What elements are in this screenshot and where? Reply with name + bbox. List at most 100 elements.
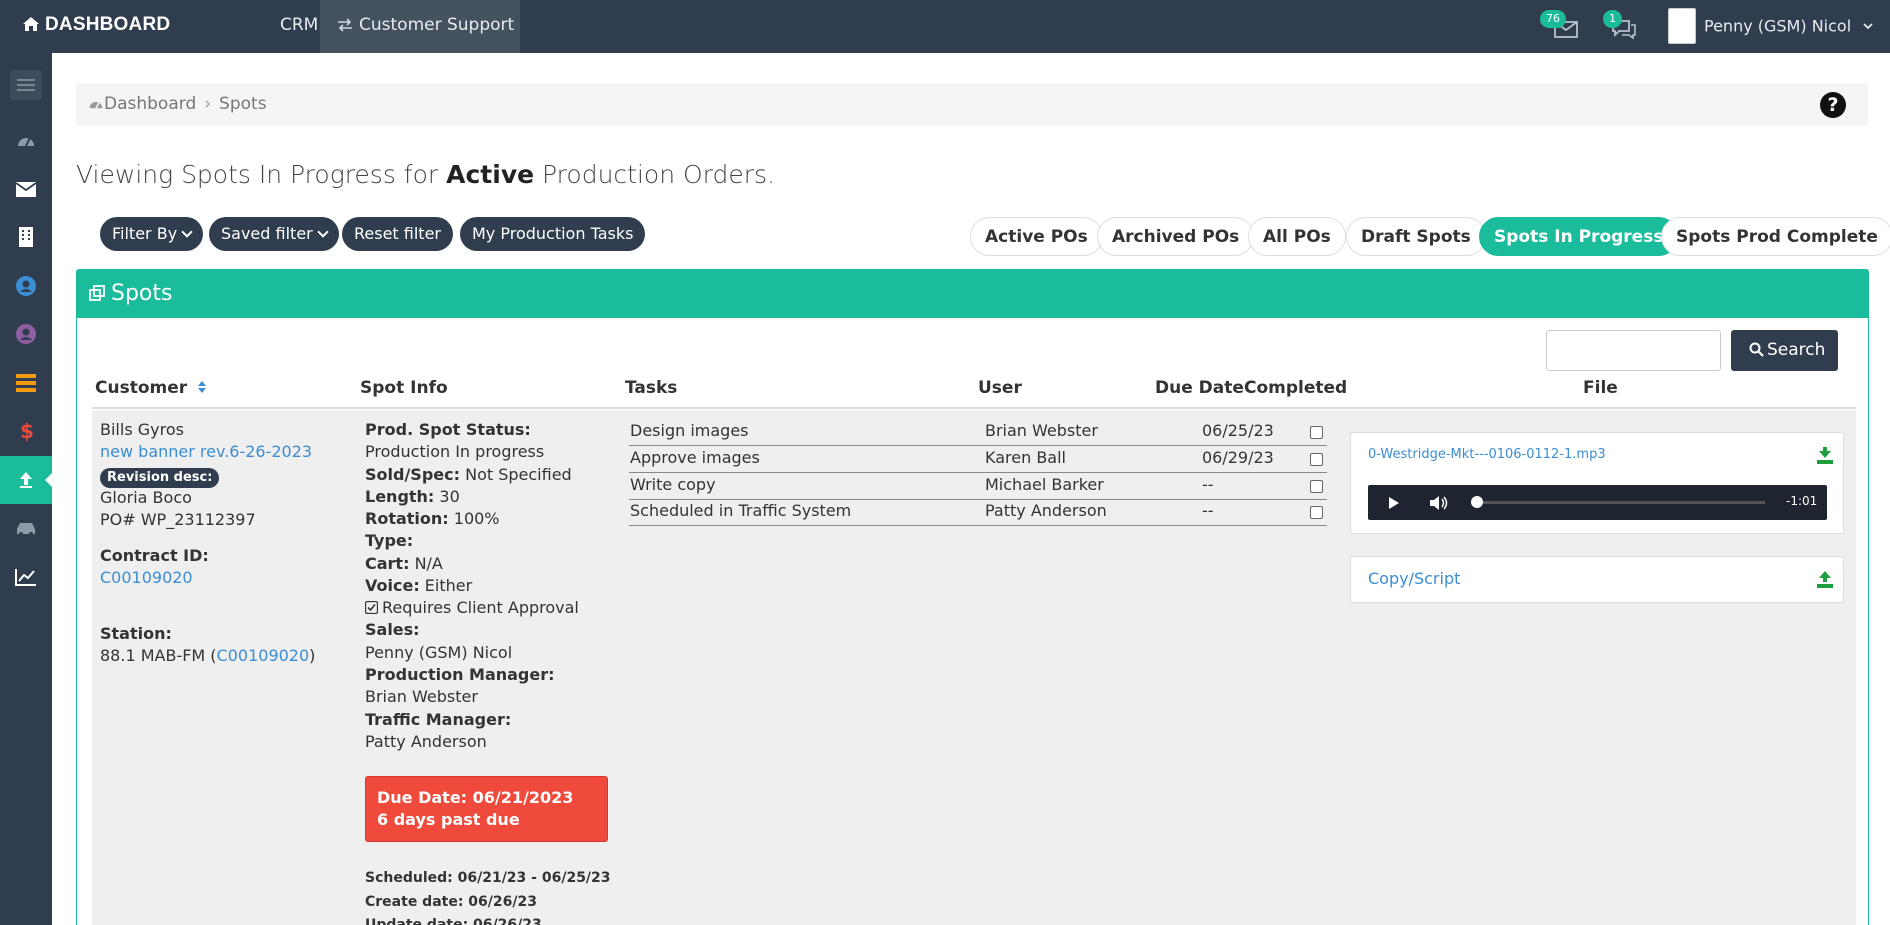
length: Length: 30 xyxy=(365,486,460,508)
dashboard-icon xyxy=(89,101,103,109)
column-header-tasks: Tasks xyxy=(625,378,678,398)
revision-badge: Revision desc: xyxy=(100,468,220,488)
sidebar-item-messages[interactable] xyxy=(0,165,52,213)
task-completed-checkbox[interactable] xyxy=(1310,426,1323,439)
task-completed-checkbox[interactable] xyxy=(1310,453,1323,466)
help-icon[interactable]: ? xyxy=(1820,92,1846,118)
car-icon xyxy=(17,523,35,536)
page-title: Viewing Spots In Progress for Active Pro… xyxy=(76,160,775,189)
rotation-label: Rotation: xyxy=(365,509,449,528)
task-due: -- xyxy=(1202,475,1214,494)
nav-crm[interactable]: CRM xyxy=(280,15,318,35)
upload-icon xyxy=(20,472,32,488)
svg-text:$: $ xyxy=(20,420,33,442)
column-header-customer[interactable]: Customer xyxy=(95,378,207,398)
create-date: Create date: 06/26/23 xyxy=(365,894,537,910)
mail-count-badge: 76 xyxy=(1540,10,1566,28)
column-header-due-date: Due Date xyxy=(1155,378,1244,398)
sidebar-toggle[interactable] xyxy=(0,61,52,109)
brand-link[interactable]: DASHBOARD xyxy=(22,14,170,36)
audio-progress-track[interactable] xyxy=(1477,501,1765,504)
length-label: Length: xyxy=(365,487,435,506)
building-icon xyxy=(19,227,33,247)
column-header-user: User xyxy=(978,378,1022,398)
sidebar-item-production[interactable] xyxy=(0,456,52,504)
sidebar-item-billing[interactable]: $ xyxy=(0,407,52,455)
banner-link[interactable]: new banner rev.6-26-2023 xyxy=(100,441,312,463)
station-close-paren: ) xyxy=(309,646,316,665)
length-value: 30 xyxy=(434,487,460,506)
cart-label: Cart: xyxy=(365,554,410,573)
search-icon xyxy=(1749,342,1764,357)
audio-time: -1:01 xyxy=(1786,494,1818,508)
panel-header: Spots xyxy=(77,270,1868,318)
copy-script-link[interactable]: Copy/Script xyxy=(1368,569,1460,588)
my-production-tasks-button[interactable]: My Production Tasks xyxy=(460,217,646,251)
sidebar-item-buildings[interactable] xyxy=(0,213,52,261)
station-contract-link[interactable]: C00109020 xyxy=(217,646,310,665)
task-name: Write copy xyxy=(630,475,716,494)
header-divider xyxy=(92,407,1856,409)
audio-player: -1:01 xyxy=(1368,485,1827,520)
home-icon xyxy=(23,17,39,31)
play-icon[interactable] xyxy=(1388,496,1400,510)
rotation: Rotation: 100% xyxy=(365,508,500,530)
customer-name: Bills Gyros xyxy=(100,420,184,439)
avatar xyxy=(1668,8,1696,44)
sidebar-item-vehicles[interactable] xyxy=(0,504,52,552)
po-number: PO# WP_23112397 xyxy=(100,510,256,529)
reset-filter-button[interactable]: Reset filter xyxy=(342,217,453,251)
user-name: Penny (GSM) Nicol xyxy=(1704,16,1852,36)
due-date-alert: Due Date: 06/21/2023 6 days past due xyxy=(365,776,608,842)
tm-value: Patty Anderson xyxy=(365,732,487,751)
breadcrumb-separator: › xyxy=(204,94,212,114)
tab-all-pos[interactable]: All POs xyxy=(1248,217,1346,256)
nav-customer-support[interactable]: Customer Support xyxy=(320,0,520,53)
user-menu[interactable]: Penny (GSM) Nicol xyxy=(1668,8,1874,44)
audio-progress-handle[interactable] xyxy=(1471,496,1483,508)
sold-spec-value: Not Specified xyxy=(460,465,572,484)
panel-title: Spots xyxy=(111,281,173,306)
sidebar: $ xyxy=(0,53,52,925)
menu-icon xyxy=(17,79,35,91)
checkbox-checked-icon xyxy=(364,600,379,615)
saved-filter-button[interactable]: Saved filter xyxy=(209,217,339,251)
contract-id-text[interactable]: C00109020 xyxy=(100,568,193,587)
station-label: Station: xyxy=(100,624,172,643)
banner-link-text[interactable]: new banner rev.6-26-2023 xyxy=(100,442,312,461)
dashboard-icon xyxy=(18,137,34,147)
sidebar-item-users[interactable] xyxy=(0,262,52,310)
user-circle-icon xyxy=(16,276,36,296)
tab-draft-spots[interactable]: Draft Spots xyxy=(1346,217,1486,256)
tm-label: Traffic Manager: xyxy=(365,710,512,729)
page-title-bold: Active xyxy=(446,160,535,189)
contract-id-link[interactable]: C00109020 xyxy=(100,567,193,589)
filter-by-button[interactable]: Filter By xyxy=(100,217,204,251)
task-due: 06/25/23 xyxy=(1202,421,1274,440)
task-completed-checkbox[interactable] xyxy=(1310,480,1323,493)
layers-icon xyxy=(16,374,36,392)
tab-spots-prod-complete[interactable]: Spots Prod Complete xyxy=(1661,217,1890,256)
volume-icon[interactable] xyxy=(1429,495,1449,511)
task-row: Scheduled in Traffic System Patty Anders… xyxy=(629,499,1327,526)
chat-count-badge: 1 xyxy=(1603,10,1622,28)
search-input[interactable] xyxy=(1546,330,1721,371)
sidebar-item-inventory[interactable] xyxy=(0,359,52,407)
task-completed-checkbox[interactable] xyxy=(1310,506,1323,519)
sidebar-item-dashboard[interactable] xyxy=(0,116,52,164)
search-button[interactable]: Search xyxy=(1731,330,1838,371)
tab-archived-pos[interactable]: Archived POs xyxy=(1097,217,1255,256)
cart: Cart: N/A xyxy=(365,553,443,575)
audio-file-link[interactable]: 0-Westridge-Mkt---0106-0112-1.mp3 xyxy=(1368,447,1606,462)
sidebar-item-contacts[interactable] xyxy=(0,310,52,358)
download-icon[interactable] xyxy=(1817,447,1833,464)
sidebar-item-reports[interactable] xyxy=(0,553,52,601)
tab-spots-in-progress[interactable]: Spots In Progress xyxy=(1479,217,1679,256)
nav-customer-support-label: Customer Support xyxy=(359,15,515,35)
upload-icon[interactable] xyxy=(1817,571,1833,588)
breadcrumb-dashboard[interactable]: Dashboard xyxy=(104,94,196,114)
task-user: Brian Webster xyxy=(985,421,1098,440)
tab-active-pos[interactable]: Active POs xyxy=(970,217,1103,256)
type: Type: xyxy=(365,530,413,552)
type-label: Type: xyxy=(365,531,414,550)
